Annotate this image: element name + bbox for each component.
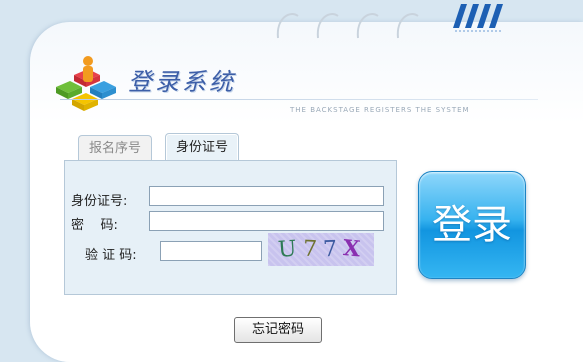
captcha-char: 7 — [322, 236, 343, 263]
captcha-label: 验 证 码: — [85, 248, 137, 263]
captcha-image[interactable]: U77X — [268, 233, 374, 266]
captcha-char: 7 — [301, 236, 324, 263]
captcha-input[interactable] — [160, 241, 262, 261]
password-label: 密 码: — [71, 218, 118, 233]
stripes-decoration — [453, 4, 503, 32]
forgot-password-button[interactable]: 忘记密码 — [234, 317, 322, 343]
password-input[interactable] — [149, 211, 384, 231]
captcha-char: X — [341, 235, 367, 263]
binder-rings-decoration — [276, 13, 419, 39]
app-title: 登录系统 — [128, 68, 236, 96]
tab-registration-number[interactable]: 报名序号 — [78, 135, 153, 161]
app-subtitle: THE BACKSTAGE REGISTERS THE SYSTEM — [290, 106, 470, 114]
header-divider — [60, 99, 538, 100]
logo-icon — [56, 56, 116, 111]
login-button[interactable]: 登录 — [418, 171, 526, 279]
captcha-char: U — [277, 236, 304, 263]
id-number-label: 身份证号: — [71, 194, 128, 209]
tab-id-number[interactable]: 身份证号 — [165, 133, 240, 161]
id-number-input[interactable] — [149, 186, 384, 206]
